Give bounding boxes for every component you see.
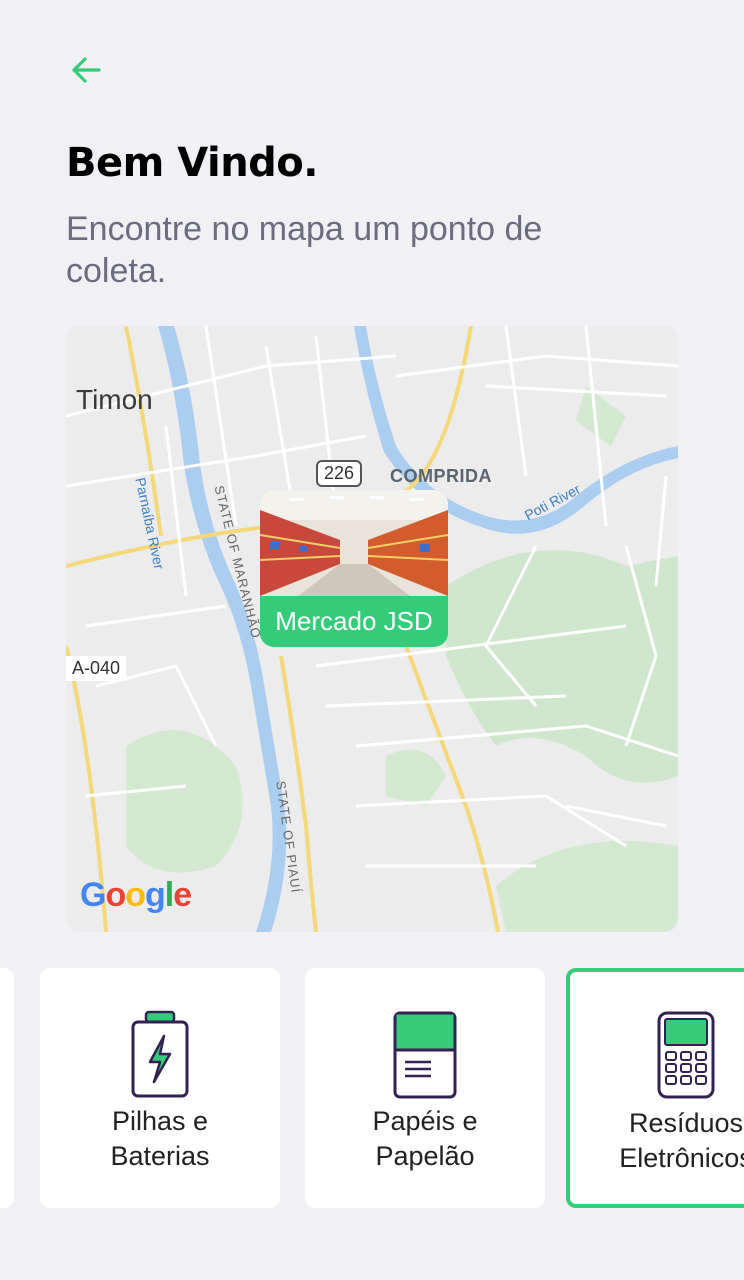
marker-name-label: Mercado JSD (275, 606, 433, 636)
map-neighborhood-label: COMPRIDA (390, 466, 492, 486)
category-card-residuos-eletronicos[interactable]: Resíduos Eletrônicos (566, 968, 744, 1208)
google-logo: Google (80, 876, 192, 914)
back-button[interactable] (62, 46, 110, 94)
paper-icon (393, 1011, 457, 1099)
category-card-pilhas-baterias[interactable]: Pilhas e Baterias (40, 968, 280, 1208)
category-list[interactable]: Pilhas e Baterias Papéis e Papelão Resíd… (0, 968, 744, 1212)
map-road-tag: A-040 (66, 656, 127, 681)
map-city-label: Timon (76, 384, 153, 415)
electronics-icon (657, 1011, 715, 1099)
map-marker-mercado-jsd[interactable]: Mercado JSD (260, 490, 448, 647)
category-label: Resíduos Eletrônicos (619, 1108, 744, 1173)
market-photo (260, 490, 448, 596)
map-highway-badge: 226 (316, 460, 363, 487)
category-label: Papéis e Papelão (372, 1106, 478, 1171)
page-subtitle: Encontre no mapa um ponto de coleta. (66, 210, 543, 290)
arrow-left-icon (72, 57, 101, 83)
page-title: Bem Vindo. (66, 140, 318, 186)
battery-icon (131, 1010, 189, 1098)
category-label: Pilhas e Baterias (110, 1106, 210, 1171)
category-card-partial[interactable] (0, 968, 14, 1208)
map[interactable]: Timon 226 COMPRIDA Poti River Parnaíba R… (66, 326, 678, 932)
category-card-papeis-papelao[interactable]: Papéis e Papelão (305, 968, 545, 1208)
